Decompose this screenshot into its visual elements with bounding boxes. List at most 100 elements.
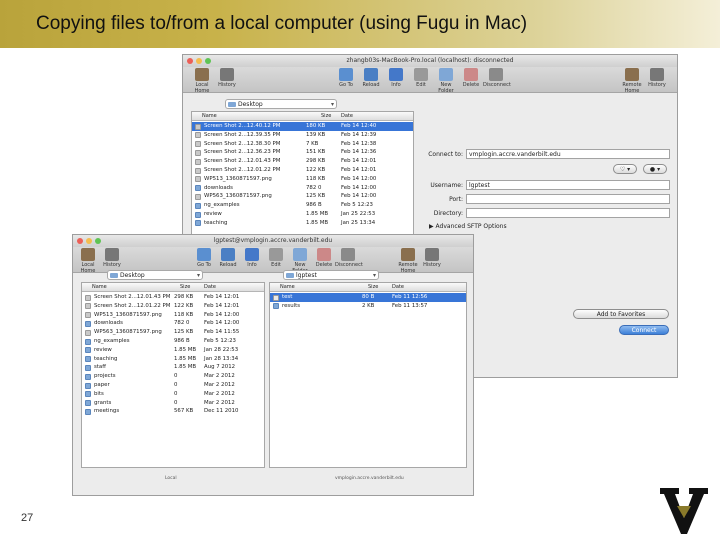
toolbar-button-reload[interactable]: Reload	[358, 68, 384, 88]
file-row[interactable]: Screen Shot 2...12.01.43 PM 298 KB Feb 14 …	[82, 293, 264, 302]
list-header: Name Size Date	[82, 283, 264, 292]
toolbar-label: History	[218, 82, 236, 88]
toolbar-button-remote-home[interactable]: Remote Home	[395, 248, 421, 274]
file-row[interactable]: ng_examples 986 B Feb 5 12:23	[192, 201, 413, 210]
file-row[interactable]: review 1.85 MB Jan 25 22:53	[192, 210, 413, 219]
slide-title: Copying files to/from a local computer (…	[36, 13, 528, 34]
remote-footer: vmplogin.accre.vanderbilt.edu	[335, 476, 404, 481]
file-row[interactable]: staff 1.85 MB Aug 7 2012	[82, 363, 264, 372]
file-row[interactable]: teaching 1.85 MB Jan 28 13:34	[82, 355, 264, 364]
column-size[interactable]: Size	[321, 112, 331, 121]
list-header: Name Size Date	[192, 112, 413, 121]
toolbar-button-history[interactable]: History	[214, 68, 240, 88]
remote-file-list[interactable]: Name Size Date test 80 B Feb 11 12:56 resul…	[269, 282, 467, 468]
column-date[interactable]: Date	[341, 112, 353, 121]
toolbar-button-edit[interactable]: Edit	[263, 248, 289, 268]
file-size: 125 KB	[174, 329, 194, 336]
file-row[interactable]: Screen Shot 2...12.01.22 PM 122 KB Feb 14 …	[192, 166, 413, 175]
close-icon[interactable]	[77, 238, 83, 244]
file-row[interactable]: Screen Shot 2...12.01.43 PM 298 KB Feb 14 …	[192, 157, 413, 166]
file-row[interactable]: WP513_1360871597.png 118 KB Feb 14 12:00	[82, 311, 264, 320]
column-name[interactable]: Name	[202, 112, 217, 121]
file-row[interactable]: ng_examples 986 B Feb 5 12:23	[82, 337, 264, 346]
file-row[interactable]: test 80 B Feb 11 12:56	[270, 293, 466, 302]
zoom-icon[interactable]	[95, 238, 101, 244]
minimize-icon[interactable]	[86, 238, 92, 244]
toolbar-button-local-home[interactable]: Local Home	[75, 248, 101, 274]
file-row[interactable]: WP563_1360871597.png 125 KB Feb 14 11:55	[82, 328, 264, 337]
clock-icon	[105, 248, 119, 261]
minimize-icon[interactable]	[196, 58, 202, 64]
file-size: 567 KB	[174, 408, 194, 415]
file-date: Feb 14 12:36	[341, 149, 377, 156]
column-date[interactable]: Date	[392, 283, 404, 292]
column-name[interactable]: Name	[280, 283, 295, 292]
file-row[interactable]: results 2 KB Feb 11 13:57	[270, 302, 466, 311]
house-icon	[625, 68, 639, 81]
file-row[interactable]: Screen Shot 2...12.40.12 PM 180 KB Feb 14 …	[192, 122, 413, 131]
connect-button[interactable]: Connect	[619, 325, 669, 335]
column-size[interactable]: Size	[368, 283, 378, 292]
toolbar-label: History	[648, 82, 666, 88]
file-row[interactable]: paper 0 Mar 2 2012	[82, 381, 264, 390]
zoom-icon[interactable]	[205, 58, 211, 64]
close-icon[interactable]	[187, 58, 193, 64]
globe-popup-button[interactable]: ● ▾	[643, 164, 667, 174]
toolbar-button-edit[interactable]: Edit	[408, 68, 434, 88]
toolbar-button-delete[interactable]: Delete	[458, 68, 484, 88]
file-name: grants	[94, 399, 112, 406]
toolbar-button-history[interactable]: History	[419, 248, 445, 268]
file-row[interactable]: meetings 567 KB Dec 11 2010	[82, 407, 264, 416]
file-date: Feb 14 12:38	[341, 140, 377, 147]
column-date[interactable]: Date	[204, 283, 216, 292]
connect-to-field[interactable]: vmplogin.accre.vanderbilt.edu	[466, 149, 670, 159]
edit-icon	[269, 248, 283, 261]
file-row[interactable]: teaching 1.85 MB Jan 25 13:34	[192, 219, 413, 228]
toolbar-button-remote-home[interactable]: Remote Home	[619, 68, 645, 94]
toolbar-button-history[interactable]: History	[99, 248, 125, 268]
toolbar-button-go-to[interactable]: Go To	[333, 68, 359, 88]
username-field[interactable]: lgptest	[466, 180, 670, 190]
toolbar-button-local-home[interactable]: Local Home	[189, 68, 215, 94]
port-field[interactable]	[466, 194, 670, 204]
advanced-sftp-toggle[interactable]: ▶ Advanced SFTP Options	[429, 223, 507, 230]
file-row[interactable]: grants 0 Mar 2 2012	[82, 399, 264, 408]
local-file-list[interactable]: Name Size Date Screen Shot 2...12.40.12 …	[191, 111, 414, 235]
toolbar-button-delete[interactable]: Delete	[311, 248, 337, 268]
file-row[interactable]: downloads 782 0 Feb 14 12:00	[192, 184, 413, 193]
directory-field[interactable]	[466, 208, 670, 218]
file-row[interactable]: review 1.85 MB Jan 28 22:53	[82, 346, 264, 355]
file-size: 782 0	[306, 184, 322, 191]
add-to-favorites-button[interactable]: Add to Favorites	[573, 309, 669, 319]
file-row[interactable]: WP563_1360871597.png 125 KB Feb 14 12:00	[192, 192, 413, 201]
local-path-popup[interactable]: Desktop ▾	[107, 270, 203, 280]
toolbar-button-history[interactable]: History	[644, 68, 670, 88]
file-row[interactable]: Screen Shot 2...12.01.22 PM 122 KB Feb 14 …	[82, 302, 264, 311]
file-row[interactable]: WP513_1360871597.png 118 KB Feb 14 12:00	[192, 175, 413, 184]
toolbar-button-info[interactable]: Info	[239, 248, 265, 268]
toolbar: Local Home History Go To Reload Info Edit New …	[183, 67, 677, 94]
toolbar-button-info[interactable]: Info	[383, 68, 409, 88]
toolbar-button-reload[interactable]: Reload	[215, 248, 241, 268]
clock-icon	[650, 68, 664, 81]
toolbar-button-disconnect[interactable]: Disconnect	[335, 248, 363, 268]
toolbar-button-new-folder[interactable]: New Folder	[433, 68, 459, 94]
file-row[interactable]: projects 0 Mar 2 2012	[82, 372, 264, 381]
file-row[interactable]: Screen Shot 2...12.39.35 PM 139 KB Feb 14 …	[192, 131, 413, 140]
file-row[interactable]: downloads 782 0 Feb 14 12:00	[82, 319, 264, 328]
file-row[interactable]: Screen Shot 2...12.36.23 PM 151 KB Feb 14 …	[192, 148, 413, 157]
file-row[interactable]: Screen Shot 2...12.38.30 PM 7 KB Feb 14 12…	[192, 140, 413, 149]
chevron-down-icon: ▾	[196, 272, 200, 279]
column-name[interactable]: Name	[92, 283, 107, 292]
toolbar-button-disconnect[interactable]: Disconnect	[483, 68, 511, 88]
file-size: 298 KB	[306, 158, 326, 165]
column-size[interactable]: Size	[180, 283, 190, 292]
local-file-list[interactable]: Name Size Date Screen Shot 2...12.01.43 …	[81, 282, 265, 468]
local-path-popup[interactable]: Desktop ▾	[225, 99, 337, 109]
favorites-popup-button[interactable]: ♡ ▾	[613, 164, 637, 174]
toolbar-button-go-to[interactable]: Go To	[191, 248, 217, 268]
house-icon	[195, 68, 209, 81]
file-size: 0	[174, 399, 178, 406]
file-row[interactable]: bits 0 Mar 2 2012	[82, 390, 264, 399]
remote-path-popup[interactable]: lgptest ▾	[283, 270, 379, 280]
